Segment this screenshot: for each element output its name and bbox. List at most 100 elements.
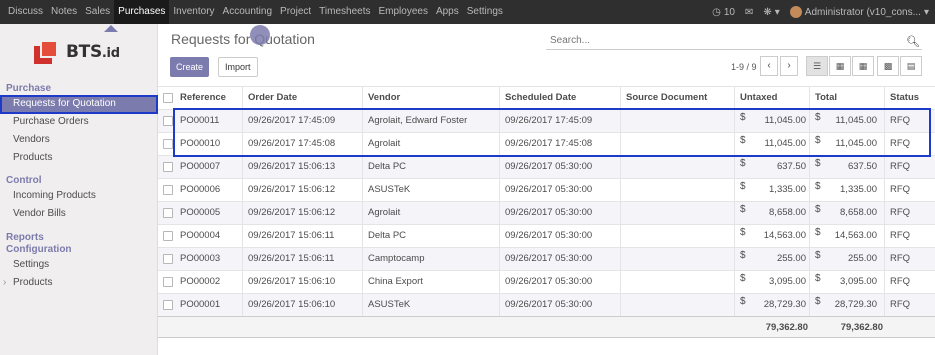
table-row[interactable]: PO00011 09/26/2017 17:45:09 Agrolait, Edwa… [158,109,935,132]
table-row[interactable]: PO00006 09/26/2017 15:06:12 ASUSTeK 09/26/2… [158,178,935,201]
column-header-vendor[interactable]: Vendor [368,87,400,109]
status-cell: RFQ [890,230,911,241]
pager-previous-button[interactable]: ‹ [760,56,778,76]
sidebar-item-requests-for-quotation[interactable]: Requests for Quotation [0,95,157,113]
row-checkbox[interactable] [163,185,173,195]
sidebar-item-label: Products [13,152,53,163]
column-divider [499,271,500,293]
pager-next-button[interactable]: › [780,56,798,76]
column-divider [734,110,735,132]
brand-logo[interactable]: BTS.id [34,37,120,67]
row-checkbox[interactable] [163,300,173,310]
app-menu-inventory[interactable]: Inventory [169,0,218,24]
create-button[interactable]: Create [170,57,210,77]
app-menu-discuss[interactable]: Discuss [4,0,47,24]
app-menu-purchases[interactable]: Purchases [114,0,170,24]
messages-button[interactable]: ✉ [745,7,753,18]
calendar-view-button[interactable]: ▤ [900,56,922,76]
column-header-untaxed[interactable]: Untaxed [740,87,777,109]
reference-cell: PO00005 [180,207,221,218]
kanban-view-button[interactable]: ▦ [829,56,851,76]
row-checkbox[interactable] [163,254,173,264]
app-menu-settings[interactable]: Settings [463,0,507,24]
table-row[interactable]: PO00005 09/26/2017 15:06:12 Agrolait 09/26/… [158,201,935,224]
search-icon[interactable]: 🔍︎ [906,35,920,48]
order-date-cell: 09/26/2017 15:06:10 [248,299,336,310]
sidebar-item-settings[interactable]: Settings [0,256,157,274]
row-checkbox[interactable] [163,208,173,218]
sidebar-section-control: Control [6,175,42,186]
pivot-view-button[interactable]: ▦ [852,56,874,76]
scheduled-date-cell: 09/26/2017 05:30:00 [505,161,593,172]
row-checkbox[interactable] [163,139,173,149]
debug-menu-button[interactable]: ❋ ▾ [763,7,779,18]
amount-value: 3,095.00 [840,276,877,287]
app-menu-timesheets[interactable]: Timesheets [315,0,374,24]
column-header-status[interactable]: Status [890,87,919,109]
sidebar-item-products[interactable]: Products [0,149,157,167]
column-divider [620,225,621,247]
list-icon: ☰ [812,61,822,71]
caret-right-icon: › [3,277,7,288]
table-row[interactable]: PO00001 09/26/2017 15:06:10 ASUSTeK 09/26/2… [158,293,935,316]
amount-value: 255.00 [776,253,806,264]
tour-tip-dot[interactable] [250,25,270,45]
column-header-source-document[interactable]: Source Document [626,87,707,109]
row-checkbox[interactable] [163,231,173,241]
app-menu-apps[interactable]: Apps [432,0,463,24]
column-divider [242,248,243,270]
row-checkbox[interactable] [163,162,173,172]
order-date-cell: 09/26/2017 17:45:08 [248,138,336,149]
column-divider [242,110,243,132]
reference-cell: PO00006 [180,184,221,195]
column-divider [734,133,735,155]
search-input[interactable] [546,32,886,46]
reference-cell: PO00010 [180,138,221,149]
column-divider [884,248,885,270]
sidebar-item-incoming-products[interactable]: Incoming Products [0,187,157,205]
calendar-icon: ▤ [906,61,916,71]
column-header-total[interactable]: Total [815,87,837,109]
chevron-left-icon: ‹ [767,60,771,71]
column-divider [499,110,500,132]
column-header-order-date[interactable]: Order Date [248,87,297,109]
table-row[interactable]: PO00007 09/26/2017 15:06:13 Delta PC 09/26/… [158,155,935,178]
column-divider [362,156,363,178]
app-menu-employees[interactable]: Employees [374,0,431,24]
import-button[interactable]: Import [218,57,258,77]
column-divider [884,179,885,201]
column-header-reference[interactable]: Reference [180,87,226,109]
sidebar-item-purchase-orders[interactable]: Purchase Orders [0,113,157,131]
table-row[interactable]: PO00004 09/26/2017 15:06:11 Delta PC 09/26/… [158,224,935,247]
user-menu[interactable]: Administrator (v10_cons... ▾ [789,6,929,18]
app-menu-notes[interactable]: Notes [47,0,81,24]
app-menu-sales[interactable]: Sales [81,0,114,24]
column-divider [362,248,363,270]
row-checkbox[interactable] [163,277,173,287]
sidebar-item-vendors[interactable]: Vendors [0,131,157,149]
table-row[interactable]: PO00003 09/26/2017 15:06:11 Camptocamp 09/2… [158,247,935,270]
row-checkbox[interactable] [163,116,173,126]
table-row[interactable]: PO00002 09/26/2017 15:06:10 China Export 09… [158,270,935,293]
sidebar-item-vendor-bills[interactable]: Vendor Bills [0,205,157,223]
column-divider [362,110,363,132]
column-header-scheduled-date[interactable]: Scheduled Date [505,87,576,109]
scheduled-date-cell: 09/26/2017 05:30:00 [505,299,593,310]
select-all-checkbox[interactable] [163,93,173,103]
list-view-button[interactable]: ☰ [806,56,828,76]
graph-view-button[interactable]: ▩ [877,56,899,76]
column-divider [362,294,363,316]
pager-value[interactable]: 1-9 / 9 [731,62,757,72]
grand-total: 79,362.80 [840,322,883,333]
sidebar-section-reports: Reports [6,232,44,243]
table-row[interactable]: PO00010 09/26/2017 17:45:08 Agrolait 09/26/… [158,132,935,155]
column-divider [242,294,243,316]
activity-button[interactable]: ◷ 10 [712,7,735,18]
app-menu-project[interactable]: Project [276,0,315,24]
vendor-cell: Delta PC [368,230,407,241]
reference-cell: PO00004 [180,230,221,241]
sidebar-item-products[interactable]: › Products [0,274,157,292]
column-divider [734,248,735,270]
amount-value: 255.00 [847,253,877,264]
app-menu-accounting[interactable]: Accounting [219,0,276,24]
